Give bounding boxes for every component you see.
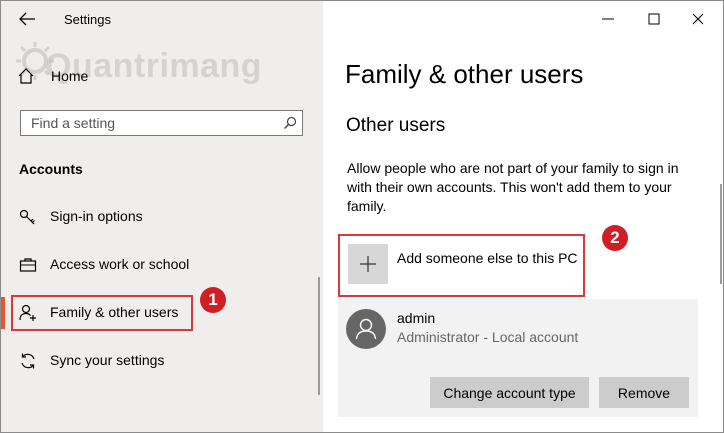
- window-title: Settings: [64, 12, 111, 27]
- step-badge-1: 1: [200, 287, 226, 313]
- search-box[interactable]: [20, 110, 303, 136]
- plus-tile: [348, 244, 388, 284]
- home-icon[interactable]: [17, 67, 35, 85]
- minimize-icon[interactable]: [599, 10, 617, 28]
- sidebar-item-sign-in-options[interactable]: Sign-in options: [11, 199, 311, 235]
- step-badge-2: 2: [602, 225, 628, 251]
- sidebar-item-label: Access work or school: [50, 256, 190, 272]
- content-scrollbar[interactable]: [720, 184, 722, 284]
- sidebar-item-access-work-or-school[interactable]: Access work or school: [11, 247, 311, 283]
- plus-icon: [360, 256, 376, 272]
- settings-window: Settings Quantrimang Home Accounts: [0, 0, 724, 433]
- user-icon: [355, 318, 377, 340]
- section-heading-other-users: Other users: [346, 115, 446, 136]
- search-icon[interactable]: [283, 116, 297, 130]
- highlight-box-family: [11, 295, 193, 331]
- avatar: [346, 309, 386, 349]
- main-content: Family & other users Other users Allow p…: [323, 1, 723, 432]
- user-account-panel[interactable]: admin Administrator - Local account Chan…: [338, 299, 698, 417]
- add-someone-button[interactable]: Add someone else to this PC: [338, 234, 585, 297]
- user-role: Administrator - Local account: [397, 329, 579, 345]
- change-account-type-button[interactable]: Change account type: [430, 377, 589, 408]
- page-title: Family & other users: [345, 59, 584, 89]
- close-icon[interactable]: [689, 10, 707, 28]
- remove-button[interactable]: Remove: [599, 377, 689, 408]
- maximize-icon[interactable]: [645, 10, 663, 28]
- user-name: admin: [397, 310, 436, 326]
- sidebar-item-label: Sign-in options: [50, 208, 143, 224]
- sidebar-item-sync-your-settings[interactable]: Sync your settings: [11, 343, 311, 379]
- sidebar-scrollbar[interactable]: [318, 277, 320, 395]
- sync-icon: [21, 353, 35, 369]
- selected-indicator: [1, 297, 5, 329]
- back-arrow-icon[interactable]: [17, 10, 37, 28]
- home-link[interactable]: Home: [51, 68, 88, 84]
- section-description: Allow people who are not part of your fa…: [347, 160, 679, 214]
- sidebar: Settings Quantrimang Home Accounts: [1, 1, 323, 432]
- sidebar-item-label: Sync your settings: [50, 352, 165, 368]
- briefcase-icon: [19, 258, 37, 272]
- add-someone-label: Add someone else to this PC: [397, 250, 578, 266]
- search-input[interactable]: [21, 111, 281, 135]
- section-heading-accounts: Accounts: [19, 161, 83, 177]
- key-icon: [19, 209, 35, 225]
